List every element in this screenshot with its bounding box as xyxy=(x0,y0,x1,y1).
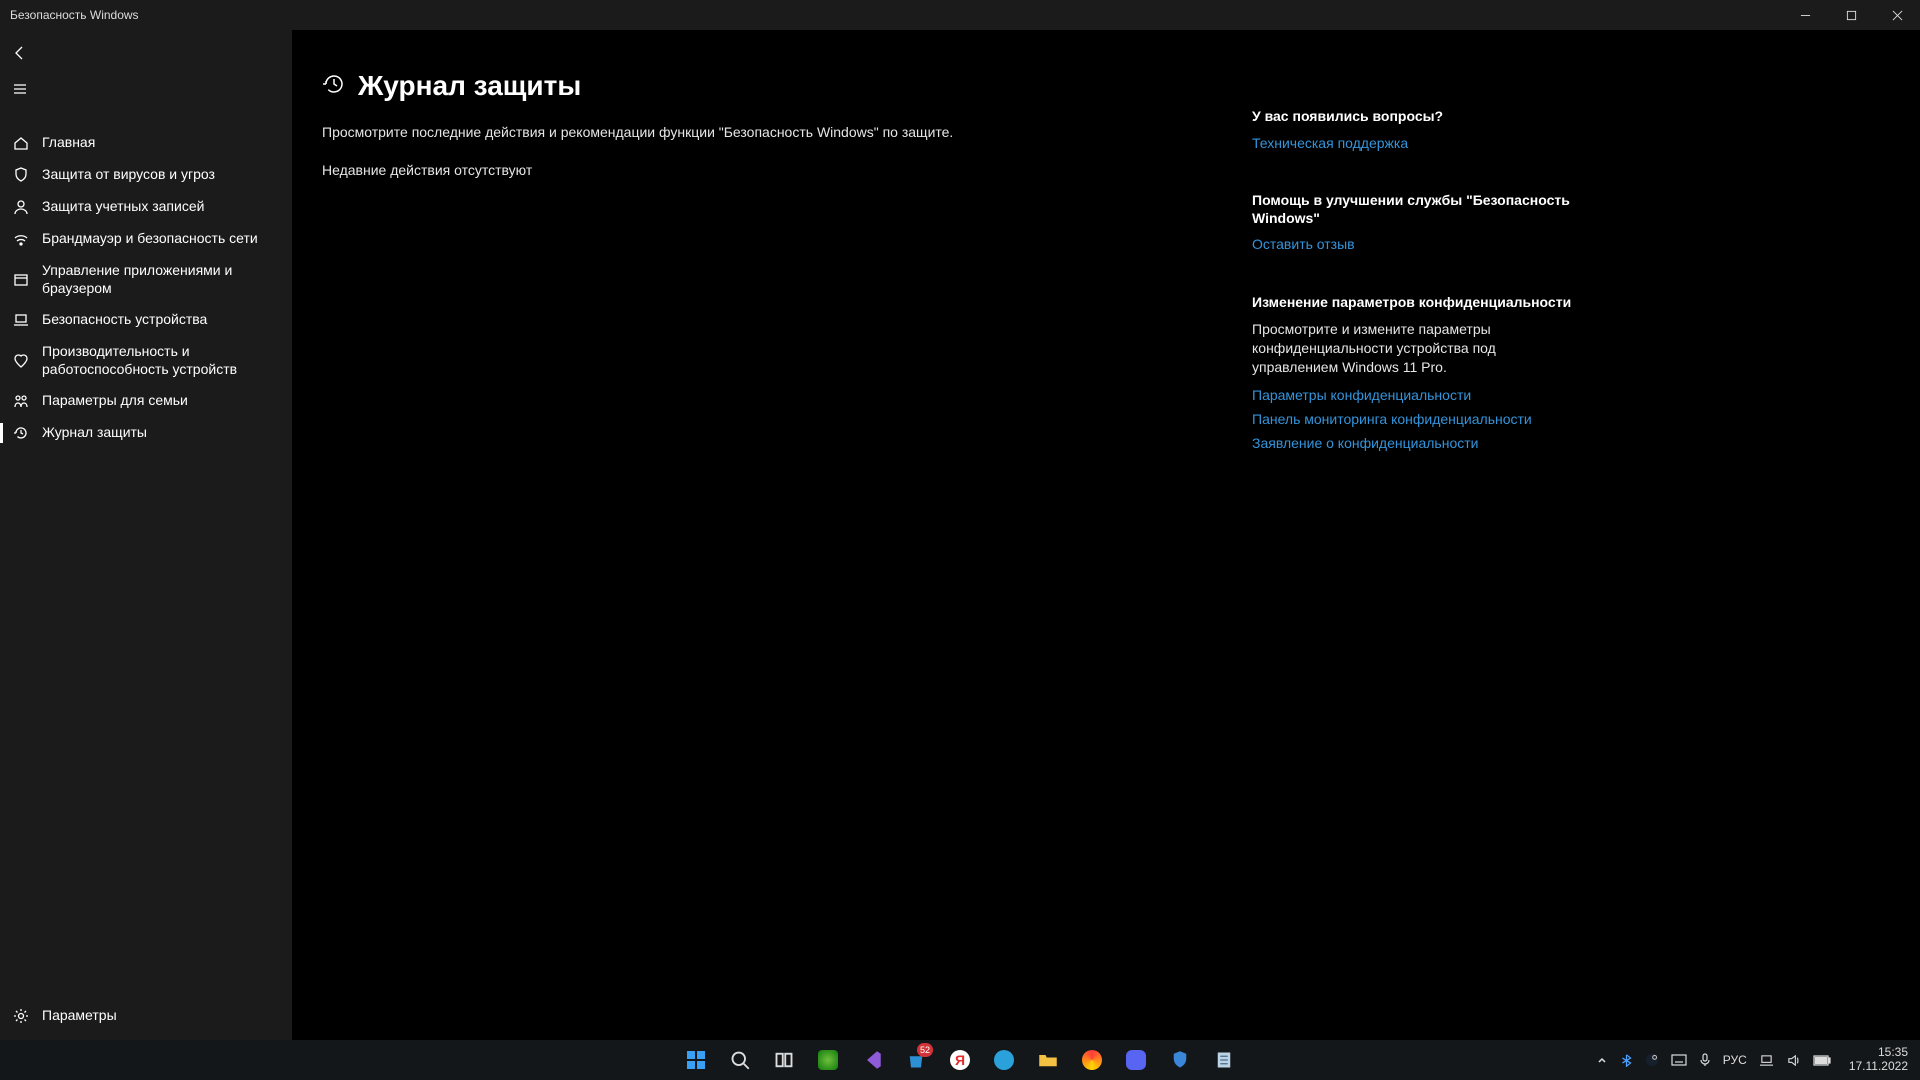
tray-time: 15:35 xyxy=(1849,1046,1908,1060)
tray-date: 17.11.2022 xyxy=(1849,1060,1908,1074)
sidebar-item-firewall[interactable]: Брандмауэр и безопасность сети xyxy=(0,223,292,255)
tray-overflow-button[interactable] xyxy=(1596,1054,1608,1066)
right-column: У вас появились вопросы? Техническая под… xyxy=(1252,30,1612,1040)
sidebar-item-account[interactable]: Защита учетных записей xyxy=(0,191,292,223)
minimize-button[interactable] xyxy=(1782,0,1828,30)
sidebar-item-label: Брандмауэр и безопасность сети xyxy=(42,230,280,248)
system-tray: РУС 15:35 17.11.2022 xyxy=(1596,1040,1914,1080)
close-button[interactable] xyxy=(1874,0,1920,30)
sidebar-item-label: Безопасность устройства xyxy=(42,311,280,329)
taskbar-app-yandex[interactable]: Я xyxy=(940,1040,980,1080)
sidebar-item-performance[interactable]: Производительность и работоспособность у… xyxy=(0,336,292,385)
privacy-dashboard-link[interactable]: Панель мониторинга конфиденциальности xyxy=(1252,410,1572,429)
window-title: Безопасность Windows xyxy=(0,8,139,22)
heart-icon xyxy=(12,352,30,370)
sidebar-item-label: Защита от вирусов и угроз xyxy=(42,166,280,184)
taskbar-app-opera[interactable] xyxy=(1072,1040,1112,1080)
sidebar-item-label: Журнал защиты xyxy=(42,424,280,442)
tray-volume-icon[interactable] xyxy=(1786,1054,1801,1067)
taskbar-search-button[interactable] xyxy=(720,1040,760,1080)
laptop-icon xyxy=(12,311,30,329)
sidebar-item-label: Параметры xyxy=(42,1007,280,1025)
taskbar-app-telegram[interactable] xyxy=(984,1040,1024,1080)
nav-menu-button[interactable] xyxy=(0,71,292,107)
sidebar-item-virus[interactable]: Защита от вирусов и угроз xyxy=(0,159,292,191)
taskbar-app-discord[interactable] xyxy=(1116,1040,1156,1080)
privacy-statement-link[interactable]: Заявление о конфиденциальности xyxy=(1252,434,1572,453)
home-icon xyxy=(12,134,30,152)
tray-bluetooth-icon[interactable] xyxy=(1620,1054,1633,1067)
privacy-settings-link[interactable]: Параметры конфиденциальности xyxy=(1252,386,1572,405)
sidebar-item-family[interactable]: Параметры для семьи xyxy=(0,385,292,417)
no-recent-text: Недавние действия отсутствуют xyxy=(322,162,1222,178)
privacy-text: Просмотрите и измените параметры конфиде… xyxy=(1252,320,1572,377)
taskbar-app-explorer[interactable] xyxy=(1028,1040,1068,1080)
tray-network-icon[interactable] xyxy=(1759,1054,1774,1067)
history-icon xyxy=(322,72,346,101)
sidebar-item-label: Производительность и работоспособность у… xyxy=(42,343,280,378)
gear-icon xyxy=(12,1007,30,1025)
taskbar-app-store[interactable]: 52 xyxy=(896,1040,936,1080)
wifi-icon xyxy=(12,230,30,248)
taskbar-app-xbox[interactable] xyxy=(808,1040,848,1080)
taskbar: 52 Я РУС 15:35 17.11.2022 xyxy=(0,1040,1920,1080)
sidebar-item-device-security[interactable]: Безопасность устройства xyxy=(0,304,292,336)
sidebar-item-label: Защита учетных записей xyxy=(42,198,280,216)
sidebar-item-label: Параметры для семьи xyxy=(42,392,280,410)
store-badge: 52 xyxy=(917,1043,933,1057)
privacy-heading: Изменение параметров конфиденциальности xyxy=(1252,294,1572,312)
titlebar: Безопасность Windows xyxy=(0,0,1920,30)
sidebar-item-settings[interactable]: Параметры xyxy=(0,1000,292,1032)
tray-battery-icon[interactable] xyxy=(1813,1055,1831,1066)
tray-clock[interactable]: 15:35 17.11.2022 xyxy=(1843,1046,1914,1074)
taskbar-app-visual-studio[interactable] xyxy=(852,1040,892,1080)
task-view-button[interactable] xyxy=(764,1040,804,1080)
app-icon xyxy=(12,271,30,289)
sidebar-item-label: Главная xyxy=(42,134,280,152)
sidebar-item-home[interactable]: Главная xyxy=(0,127,292,159)
person-icon xyxy=(12,198,30,216)
family-icon xyxy=(12,392,30,410)
history-icon xyxy=(12,424,30,442)
feedback-link[interactable]: Оставить отзыв xyxy=(1252,235,1572,254)
taskbar-app-windows-security[interactable] xyxy=(1160,1040,1200,1080)
main-content: Журнал защиты Просмотрите последние дейс… xyxy=(292,30,1252,1040)
sidebar: Главная Защита от вирусов и угроз Защита… xyxy=(0,30,292,1040)
maximize-button[interactable] xyxy=(1828,0,1874,30)
tray-mic-icon[interactable] xyxy=(1699,1053,1711,1067)
taskbar-app-notepad[interactable] xyxy=(1204,1040,1244,1080)
sidebar-item-label: Управление приложениями и браузером xyxy=(42,262,280,297)
tray-steam-icon[interactable] xyxy=(1645,1053,1659,1067)
page-description: Просмотрите последние действия и рекомен… xyxy=(322,124,1222,140)
start-button[interactable] xyxy=(676,1040,716,1080)
back-button[interactable] xyxy=(0,35,292,71)
tray-language[interactable]: РУС xyxy=(1723,1053,1747,1067)
page-title: Журнал защиты xyxy=(358,70,581,102)
tray-keyboard-icon[interactable] xyxy=(1671,1054,1687,1066)
tech-support-link[interactable]: Техническая поддержка xyxy=(1252,134,1572,153)
sidebar-item-app-control[interactable]: Управление приложениями и браузером xyxy=(0,255,292,304)
sidebar-item-protection-history[interactable]: Журнал защиты xyxy=(0,417,292,449)
questions-heading: У вас появились вопросы? xyxy=(1252,108,1572,126)
shield-icon xyxy=(12,166,30,184)
feedback-heading: Помощь в улучшении службы "Безопасность … xyxy=(1252,192,1572,227)
